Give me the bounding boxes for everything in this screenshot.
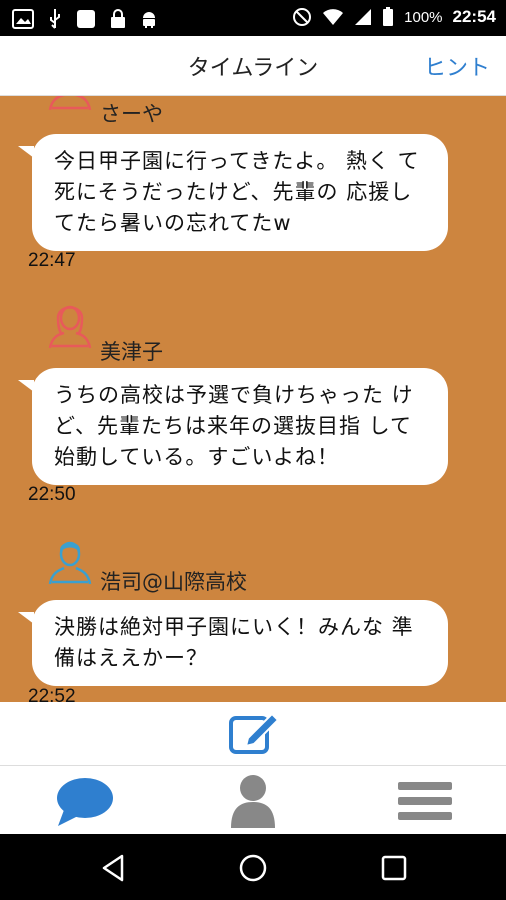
notification-icons	[12, 8, 158, 30]
post-author: 浩司@山際高校	[100, 570, 247, 594]
post-author: さーや	[100, 102, 163, 126]
post-time: 22:52	[28, 686, 76, 702]
battery-icon	[383, 7, 394, 26]
gallery-notification-icon	[12, 9, 34, 29]
recent-apps-icon[interactable]	[378, 852, 410, 884]
female-avatar-icon	[48, 96, 92, 110]
do-not-disturb-icon	[293, 8, 312, 26]
clock: 22:54	[452, 7, 496, 26]
battery-percent: 100%	[404, 8, 443, 26]
compose-bar	[0, 702, 506, 766]
female-avatar-icon	[48, 305, 92, 348]
signal-icon	[355, 9, 372, 25]
app-header: タイムライン ヒント	[0, 36, 506, 96]
hamburger-menu-icon[interactable]	[390, 772, 460, 830]
hint-button[interactable]: ヒント	[424, 50, 490, 82]
system-icons: 100% 22:54	[292, 7, 496, 27]
system-nav-bar	[0, 834, 506, 900]
wifi-icon	[323, 9, 344, 25]
compose-edit-icon[interactable]	[228, 708, 280, 756]
message-bubble: 今日甲子園に行ってきたよ。 熱く て死にそうだったけど、先輩の 応援してたら暑い…	[18, 134, 448, 251]
male-avatar-icon	[48, 541, 92, 584]
post-author: 美津子	[100, 340, 163, 364]
status-bar: 100% 22:54	[0, 0, 506, 36]
speech-bubble-icon[interactable]	[50, 772, 120, 830]
bottom-tab-bar	[0, 766, 506, 834]
message-bubble: 決勝は絶対甲子園にいく！みんな 準備はええかー？	[18, 600, 448, 686]
lock-icon	[111, 9, 125, 28]
post-time: 22:50	[28, 484, 76, 505]
back-icon[interactable]	[98, 852, 130, 884]
usb-icon	[50, 9, 60, 29]
android-icon	[143, 12, 155, 28]
person-icon[interactable]	[218, 772, 288, 830]
post-time: 22:47	[28, 250, 76, 271]
home-icon[interactable]	[237, 852, 269, 884]
timeline-feed[interactable]: さーや 今日甲子園に行ってきたよ。 熱く て死にそうだったけど、先輩の 応援して…	[0, 96, 506, 702]
app-notification-icon	[77, 10, 95, 28]
message-bubble: うちの高校は予選で負けちゃった けど、先輩たちは来年の選抜目指 して始動している…	[18, 368, 448, 485]
